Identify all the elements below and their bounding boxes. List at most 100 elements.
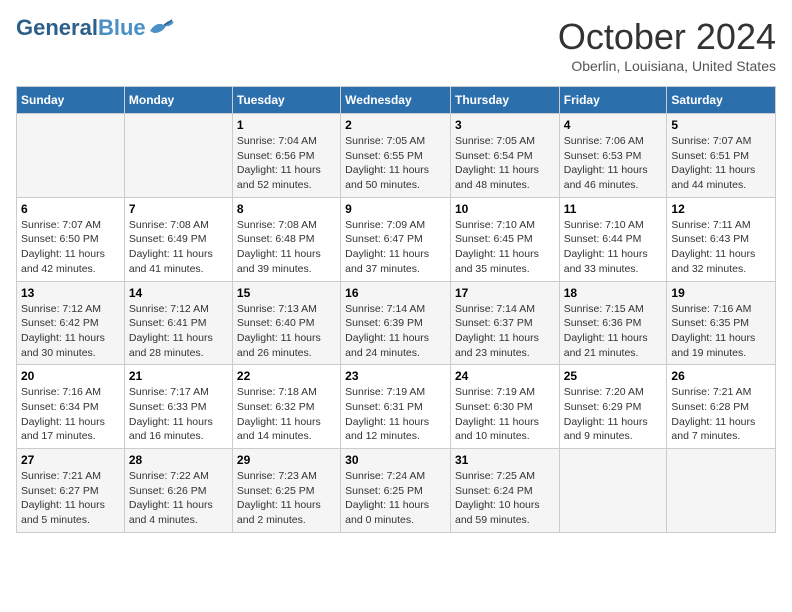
day-cell: 14Sunrise: 7:12 AMSunset: 6:41 PMDayligh…	[124, 281, 232, 365]
day-info: Sunrise: 7:24 AMSunset: 6:25 PMDaylight:…	[345, 469, 446, 528]
day-cell: 20 Sunrise: 7:16 AMSunset: 6:34 PMDayligh…	[17, 365, 125, 449]
day-number: 6	[21, 202, 120, 216]
day-cell: 13Sunrise: 7:12 AMSunset: 6:42 PMDayligh…	[17, 281, 125, 365]
day-info: Sunrise: 7:12 AMSunset: 6:41 PMDaylight:…	[129, 302, 228, 361]
day-cell: 23 Sunrise: 7:19 AMSunset: 6:31 PMDayligh…	[341, 365, 451, 449]
day-number: 8	[237, 202, 336, 216]
day-cell	[17, 114, 125, 198]
day-cell: 18 Sunrise: 7:15 AMSunset: 6:36 PMDayligh…	[559, 281, 667, 365]
week-row-3: 13Sunrise: 7:12 AMSunset: 6:42 PMDayligh…	[17, 281, 776, 365]
day-cell: 8 Sunrise: 7:08 AMSunset: 6:48 PMDaylight…	[232, 197, 340, 281]
calendar-body: 1 Sunrise: 7:04 AMSunset: 6:56 PMDaylight…	[17, 114, 776, 533]
day-info: Sunrise: 7:10 AMSunset: 6:45 PMDaylight:…	[455, 218, 555, 277]
day-info: Sunrise: 7:21 AMSunset: 6:28 PMDaylight:…	[671, 385, 771, 444]
day-number: 1	[237, 118, 336, 132]
day-info: Sunrise: 7:18 AMSunset: 6:32 PMDaylight:…	[237, 385, 336, 444]
header: GeneralBlue October 2024 Oberlin, Louisi…	[16, 16, 776, 74]
header-saturday: Saturday	[667, 87, 776, 114]
month-title: October 2024	[558, 16, 776, 58]
day-number: 23	[345, 369, 446, 383]
day-number: 21	[129, 369, 228, 383]
day-info: Sunrise: 7:05 AMSunset: 6:55 PMDaylight:…	[345, 134, 446, 193]
header-row: SundayMondayTuesdayWednesdayThursdayFrid…	[17, 87, 776, 114]
day-number: 20	[21, 369, 120, 383]
day-cell: 3Sunrise: 7:05 AMSunset: 6:54 PMDaylight…	[450, 114, 559, 198]
day-cell: 25Sunrise: 7:20 AMSunset: 6:29 PMDayligh…	[559, 365, 667, 449]
header-friday: Friday	[559, 87, 667, 114]
day-info: Sunrise: 7:05 AMSunset: 6:54 PMDaylight:…	[455, 134, 555, 193]
day-number: 16	[345, 286, 446, 300]
day-cell: 24 Sunrise: 7:19 AMSunset: 6:30 PMDayligh…	[450, 365, 559, 449]
day-number: 22	[237, 369, 336, 383]
day-info: Sunrise: 7:17 AMSunset: 6:33 PMDaylight:…	[129, 385, 228, 444]
calendar-header: SundayMondayTuesdayWednesdayThursdayFrid…	[17, 87, 776, 114]
week-row-1: 1 Sunrise: 7:04 AMSunset: 6:56 PMDaylight…	[17, 114, 776, 198]
day-info: Sunrise: 7:14 AMSunset: 6:39 PMDaylight:…	[345, 302, 446, 361]
day-cell: 10Sunrise: 7:10 AMSunset: 6:45 PMDayligh…	[450, 197, 559, 281]
week-row-4: 20 Sunrise: 7:16 AMSunset: 6:34 PMDayligh…	[17, 365, 776, 449]
day-cell: 29 Sunrise: 7:23 AMSunset: 6:25 PMDayligh…	[232, 449, 340, 533]
day-info: Sunrise: 7:21 AMSunset: 6:27 PMDaylight:…	[21, 469, 120, 528]
day-number: 18	[564, 286, 663, 300]
day-number: 9	[345, 202, 446, 216]
day-info: Sunrise: 7:06 AMSunset: 6:53 PMDaylight:…	[564, 134, 663, 193]
day-number: 24	[455, 369, 555, 383]
week-row-2: 6 Sunrise: 7:07 AMSunset: 6:50 PMDaylight…	[17, 197, 776, 281]
logo-text: GeneralBlue	[16, 16, 146, 40]
header-monday: Monday	[124, 87, 232, 114]
day-info: Sunrise: 7:07 AMSunset: 6:50 PMDaylight:…	[21, 218, 120, 277]
day-info: Sunrise: 7:13 AMSunset: 6:40 PMDaylight:…	[237, 302, 336, 361]
day-cell: 4Sunrise: 7:06 AMSunset: 6:53 PMDaylight…	[559, 114, 667, 198]
day-cell: 22 Sunrise: 7:18 AMSunset: 6:32 PMDayligh…	[232, 365, 340, 449]
day-number: 31	[455, 453, 555, 467]
day-cell: 7 Sunrise: 7:08 AMSunset: 6:49 PMDaylight…	[124, 197, 232, 281]
day-info: Sunrise: 7:19 AMSunset: 6:31 PMDaylight:…	[345, 385, 446, 444]
day-info: Sunrise: 7:16 AMSunset: 6:34 PMDaylight:…	[21, 385, 120, 444]
day-number: 26	[671, 369, 771, 383]
day-number: 27	[21, 453, 120, 467]
day-number: 17	[455, 286, 555, 300]
day-cell: 30Sunrise: 7:24 AMSunset: 6:25 PMDayligh…	[341, 449, 451, 533]
day-number: 19	[671, 286, 771, 300]
day-info: Sunrise: 7:14 AMSunset: 6:37 PMDaylight:…	[455, 302, 555, 361]
day-cell: 17 Sunrise: 7:14 AMSunset: 6:37 PMDayligh…	[450, 281, 559, 365]
day-cell: 16 Sunrise: 7:14 AMSunset: 6:39 PMDayligh…	[341, 281, 451, 365]
day-number: 25	[564, 369, 663, 383]
day-cell: 6 Sunrise: 7:07 AMSunset: 6:50 PMDaylight…	[17, 197, 125, 281]
day-info: Sunrise: 7:19 AMSunset: 6:30 PMDaylight:…	[455, 385, 555, 444]
day-cell: 1 Sunrise: 7:04 AMSunset: 6:56 PMDaylight…	[232, 114, 340, 198]
day-cell: 21 Sunrise: 7:17 AMSunset: 6:33 PMDayligh…	[124, 365, 232, 449]
day-info: Sunrise: 7:04 AMSunset: 6:56 PMDaylight:…	[237, 134, 336, 193]
day-cell	[667, 449, 776, 533]
day-number: 15	[237, 286, 336, 300]
day-cell	[559, 449, 667, 533]
day-info: Sunrise: 7:12 AMSunset: 6:42 PMDaylight:…	[21, 302, 120, 361]
header-wednesday: Wednesday	[341, 87, 451, 114]
day-info: Sunrise: 7:08 AMSunset: 6:48 PMDaylight:…	[237, 218, 336, 277]
day-cell: 2 Sunrise: 7:05 AMSunset: 6:55 PMDaylight…	[341, 114, 451, 198]
calendar-table: SundayMondayTuesdayWednesdayThursdayFrid…	[16, 86, 776, 533]
day-info: Sunrise: 7:09 AMSunset: 6:47 PMDaylight:…	[345, 218, 446, 277]
day-info: Sunrise: 7:23 AMSunset: 6:25 PMDaylight:…	[237, 469, 336, 528]
day-cell: 31Sunrise: 7:25 AMSunset: 6:24 PMDayligh…	[450, 449, 559, 533]
day-cell: 5 Sunrise: 7:07 AMSunset: 6:51 PMDaylight…	[667, 114, 776, 198]
title-area: October 2024 Oberlin, Louisiana, United …	[558, 16, 776, 74]
day-info: Sunrise: 7:08 AMSunset: 6:49 PMDaylight:…	[129, 218, 228, 277]
day-cell: 28 Sunrise: 7:22 AMSunset: 6:26 PMDayligh…	[124, 449, 232, 533]
day-number: 11	[564, 202, 663, 216]
day-number: 2	[345, 118, 446, 132]
day-info: Sunrise: 7:22 AMSunset: 6:26 PMDaylight:…	[129, 469, 228, 528]
day-cell: 12Sunrise: 7:11 AMSunset: 6:43 PMDayligh…	[667, 197, 776, 281]
location: Oberlin, Louisiana, United States	[558, 58, 776, 74]
header-sunday: Sunday	[17, 87, 125, 114]
day-number: 7	[129, 202, 228, 216]
day-number: 29	[237, 453, 336, 467]
day-number: 28	[129, 453, 228, 467]
logo-bird-icon	[148, 17, 176, 39]
day-cell: 19Sunrise: 7:16 AMSunset: 6:35 PMDayligh…	[667, 281, 776, 365]
day-cell: 26 Sunrise: 7:21 AMSunset: 6:28 PMDayligh…	[667, 365, 776, 449]
day-info: Sunrise: 7:10 AMSunset: 6:44 PMDaylight:…	[564, 218, 663, 277]
day-number: 5	[671, 118, 771, 132]
day-info: Sunrise: 7:15 AMSunset: 6:36 PMDaylight:…	[564, 302, 663, 361]
day-info: Sunrise: 7:07 AMSunset: 6:51 PMDaylight:…	[671, 134, 771, 193]
